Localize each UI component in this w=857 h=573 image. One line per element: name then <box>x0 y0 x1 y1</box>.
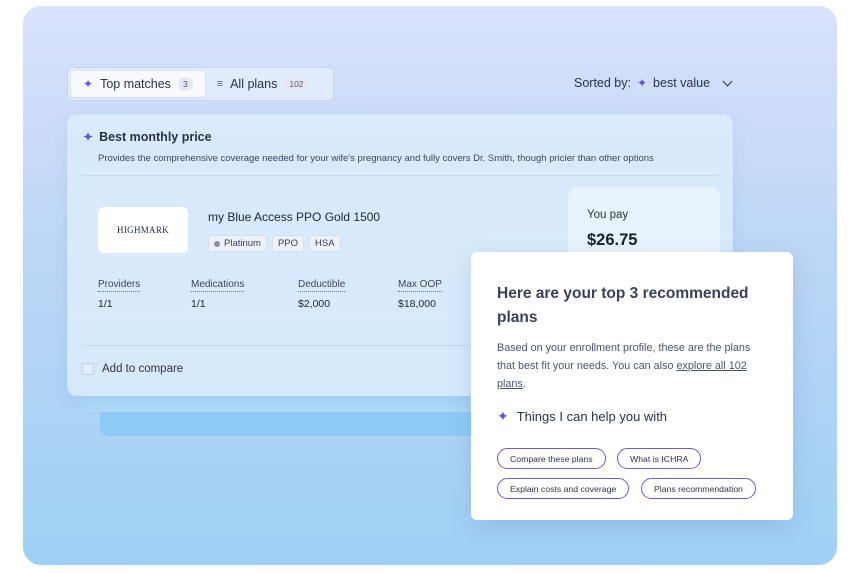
chip-compare-plans[interactable]: Compare these plans <box>497 448 606 469</box>
card-title: ✦ Best monthly price <box>83 130 212 144</box>
help-title: Things I can help you with <box>516 409 668 424</box>
tab-count: 102 <box>284 77 309 91</box>
plan-badges: Platinum PPO HSA <box>208 235 341 252</box>
sort-label: Sorted by: <box>574 76 631 90</box>
card-description: Provides the comprehensive coverage need… <box>98 153 654 164</box>
price-value: $26.75 <box>587 231 638 249</box>
dot-icon <box>214 240 220 247</box>
chip-what-is-ichra[interactable]: What is ICHRA <box>617 448 702 469</box>
stat-label[interactable]: Medications <box>191 279 245 292</box>
card-title-text: Best monthly price <box>99 130 212 144</box>
stat-label[interactable]: Deductible <box>298 279 346 292</box>
chip-explain-costs[interactable]: Explain costs and coverage <box>497 478 630 499</box>
sparkle-icon: ✦ <box>636 76 648 90</box>
stat-value: 1/1 <box>191 298 206 310</box>
divider <box>82 175 718 176</box>
stat-medications: Medications 1/1 <box>191 279 245 310</box>
app-frame: ✦ Top matches 3 ≡ All plans 102 Sorted b… <box>23 6 837 565</box>
stat-deductible: Deductible $2,000 <box>298 279 346 310</box>
badge-label: Platinum <box>224 238 261 249</box>
list-icon: ≡ <box>216 78 224 90</box>
add-to-compare[interactable]: Add to compare <box>82 363 183 375</box>
popup-title: Here are your top 3 recommended plans <box>497 285 749 326</box>
sparkle-icon: ✦ <box>83 77 94 91</box>
metal-tier-badge: Platinum <box>208 235 267 252</box>
sparkle-icon: ✦ <box>497 408 509 424</box>
compare-checkbox[interactable] <box>82 363 94 375</box>
tab-all-plans[interactable]: ≡ All plans 102 <box>205 71 321 97</box>
chip-plans-recommendation[interactable]: Plans recommendation <box>641 478 756 499</box>
chevron-down-icon <box>722 76 733 86</box>
stat-providers: Providers 1/1 <box>98 279 141 310</box>
stat-value: $2,000 <box>298 298 331 310</box>
stat-value: $18,000 <box>398 298 436 310</box>
stat-value: 1/1 <box>98 298 113 310</box>
help-heading: ✦ Things I can help you with <box>497 408 667 425</box>
carrier-logo: HIGHMARK <box>98 207 188 253</box>
plan-tabs: ✦ Top matches 3 ≡ All plans 102 <box>67 67 334 101</box>
recommendation-popup: Here are your top 3 recommended plans Ba… <box>471 252 793 520</box>
sort-value: best value <box>653 76 711 90</box>
plan-type-badge: PPO <box>271 235 305 252</box>
popup-text: Based on your enrollment profile, these … <box>497 339 769 393</box>
stat-label[interactable]: Max OOP <box>398 279 442 292</box>
sort-dropdown[interactable]: Sorted by: ✦ best value <box>574 76 733 90</box>
sparkle-icon: ✦ <box>83 130 94 144</box>
tab-top-matches[interactable]: ✦ Top matches 3 <box>71 71 205 97</box>
stat-label[interactable]: Providers <box>98 279 141 292</box>
popup-text-end: . <box>522 378 526 390</box>
compare-label: Add to compare <box>102 363 184 375</box>
hsa-badge: HSA <box>309 235 341 252</box>
tab-count: 3 <box>177 77 193 91</box>
tab-label: Top matches <box>100 77 171 91</box>
logo-text: HIGHMARK <box>117 225 169 235</box>
plan-name: my Blue Access PPO Gold 1500 <box>208 210 381 224</box>
price-label: You pay <box>587 209 629 221</box>
tab-label: All plans <box>230 77 278 91</box>
stat-max-oop: Max OOP $18,000 <box>398 279 442 310</box>
